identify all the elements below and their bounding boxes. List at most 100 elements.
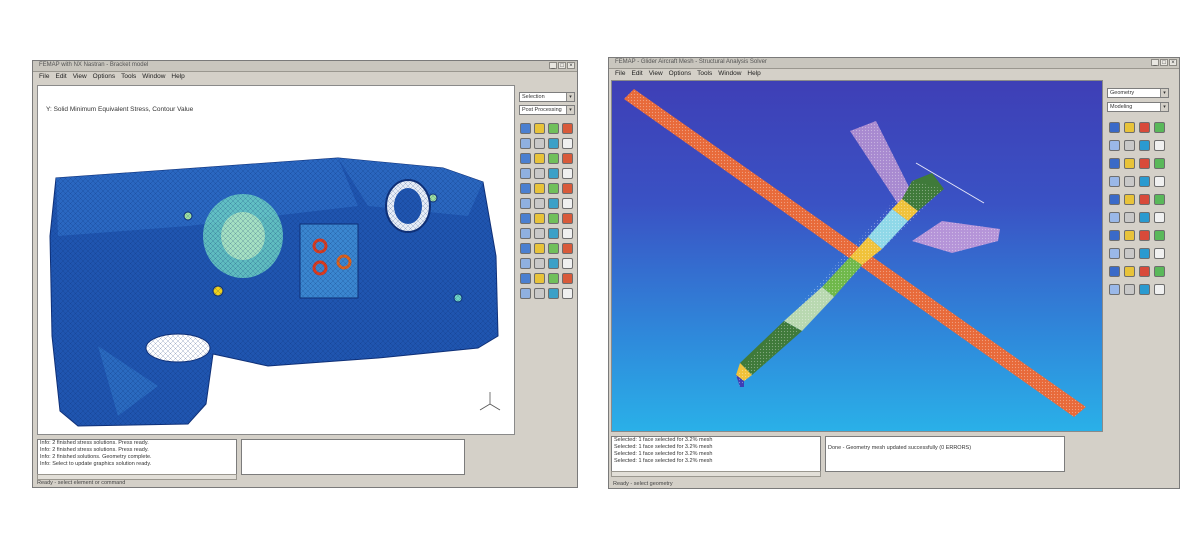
tool-button-icon[interactable] xyxy=(1154,248,1165,259)
right-menu-tools[interactable]: Tools xyxy=(697,69,712,79)
tool-button-icon[interactable] xyxy=(1139,230,1150,241)
right-geometry-combo[interactable]: Geometry ▾ xyxy=(1107,88,1169,98)
tool-button-icon[interactable] xyxy=(1109,158,1120,169)
tool-button-icon[interactable] xyxy=(562,228,573,239)
tool-button-icon[interactable] xyxy=(562,198,573,209)
tool-button-icon[interactable] xyxy=(562,258,573,269)
right-minimize-button[interactable]: _ xyxy=(1151,59,1159,66)
tool-button-icon[interactable] xyxy=(1109,284,1120,295)
tool-button-icon[interactable] xyxy=(1154,194,1165,205)
tool-button-icon[interactable] xyxy=(548,123,559,134)
tool-button-icon[interactable] xyxy=(1154,158,1165,169)
left-selection-combo[interactable]: Selection ▾ xyxy=(519,92,575,102)
left-menu-options[interactable]: Options xyxy=(93,72,115,82)
tool-button-icon[interactable] xyxy=(562,138,573,149)
tool-button-icon[interactable] xyxy=(1124,140,1135,151)
tool-button-icon[interactable] xyxy=(1154,212,1165,223)
tool-button-icon[interactable] xyxy=(1109,140,1120,151)
tool-button-icon[interactable] xyxy=(548,258,559,269)
tool-button-icon[interactable] xyxy=(1124,266,1135,277)
right-menu-window[interactable]: Window xyxy=(718,69,741,79)
tool-button-icon[interactable] xyxy=(534,213,545,224)
tool-button-icon[interactable] xyxy=(548,213,559,224)
tool-button-icon[interactable] xyxy=(534,273,545,284)
left-postprocessing-combo[interactable]: Post Processing ▾ xyxy=(519,105,575,115)
tool-button-icon[interactable] xyxy=(1154,122,1165,133)
tool-button-icon[interactable] xyxy=(520,273,531,284)
left-menu-tools[interactable]: Tools xyxy=(121,72,136,82)
tool-button-icon[interactable] xyxy=(1109,266,1120,277)
tool-button-icon[interactable] xyxy=(548,183,559,194)
right-menu-options[interactable]: Options xyxy=(669,69,691,79)
tool-button-icon[interactable] xyxy=(1154,176,1165,187)
tool-button-icon[interactable] xyxy=(1124,194,1135,205)
tool-button-icon[interactable] xyxy=(534,168,545,179)
tool-button-icon[interactable] xyxy=(1124,284,1135,295)
tool-button-icon[interactable] xyxy=(1109,230,1120,241)
tool-button-icon[interactable] xyxy=(534,288,545,299)
left-menu-view[interactable]: View xyxy=(73,72,87,82)
left-minimize-button[interactable]: _ xyxy=(549,62,557,69)
tool-button-icon[interactable] xyxy=(548,243,559,254)
left-graphics-viewport[interactable]: Y: Solid Minimum Equivalent Stress, Cont… xyxy=(37,85,515,435)
tool-button-icon[interactable] xyxy=(1124,248,1135,259)
tool-button-icon[interactable] xyxy=(534,228,545,239)
tool-button-icon[interactable] xyxy=(1139,284,1150,295)
tool-button-icon[interactable] xyxy=(520,288,531,299)
tool-button-icon[interactable] xyxy=(1109,248,1120,259)
right-close-button[interactable]: × xyxy=(1169,59,1177,66)
tool-button-icon[interactable] xyxy=(520,243,531,254)
tool-button-icon[interactable] xyxy=(562,183,573,194)
tool-button-icon[interactable] xyxy=(548,198,559,209)
tool-button-icon[interactable] xyxy=(562,153,573,164)
tool-button-icon[interactable] xyxy=(562,273,573,284)
left-maximize-button[interactable]: □ xyxy=(558,62,566,69)
tool-button-icon[interactable] xyxy=(534,138,545,149)
left-menu-window[interactable]: Window xyxy=(142,72,165,82)
tool-button-icon[interactable] xyxy=(1139,158,1150,169)
tool-button-icon[interactable] xyxy=(1154,266,1165,277)
tool-button-icon[interactable] xyxy=(548,168,559,179)
tool-button-icon[interactable] xyxy=(1154,230,1165,241)
tool-button-icon[interactable] xyxy=(548,138,559,149)
right-menu-file[interactable]: File xyxy=(615,69,625,79)
tool-button-icon[interactable] xyxy=(520,123,531,134)
right-menu-help[interactable]: Help xyxy=(747,69,760,79)
tool-button-icon[interactable] xyxy=(520,138,531,149)
tool-button-icon[interactable] xyxy=(1124,230,1135,241)
tool-button-icon[interactable] xyxy=(1154,140,1165,151)
right-menu-view[interactable]: View xyxy=(649,69,663,79)
tool-button-icon[interactable] xyxy=(1139,248,1150,259)
tool-button-icon[interactable] xyxy=(548,153,559,164)
tool-button-icon[interactable] xyxy=(1109,176,1120,187)
tool-button-icon[interactable] xyxy=(534,258,545,269)
tool-button-icon[interactable] xyxy=(534,198,545,209)
tool-button-icon[interactable] xyxy=(1124,158,1135,169)
tool-button-icon[interactable] xyxy=(520,228,531,239)
tool-button-icon[interactable] xyxy=(1139,176,1150,187)
tool-button-icon[interactable] xyxy=(520,198,531,209)
tool-button-icon[interactable] xyxy=(534,123,545,134)
tool-button-icon[interactable] xyxy=(562,168,573,179)
tool-button-icon[interactable] xyxy=(548,228,559,239)
tool-button-icon[interactable] xyxy=(520,258,531,269)
tool-button-icon[interactable] xyxy=(1139,140,1150,151)
tool-button-icon[interactable] xyxy=(562,288,573,299)
left-close-button[interactable]: × xyxy=(567,62,575,69)
tool-button-icon[interactable] xyxy=(1124,122,1135,133)
tool-button-icon[interactable] xyxy=(1124,176,1135,187)
tool-button-icon[interactable] xyxy=(1139,212,1150,223)
tool-button-icon[interactable] xyxy=(534,183,545,194)
right-maximize-button[interactable]: □ xyxy=(1160,59,1168,66)
right-menu-edit[interactable]: Edit xyxy=(631,69,642,79)
tool-button-icon[interactable] xyxy=(548,273,559,284)
tool-button-icon[interactable] xyxy=(534,153,545,164)
tool-button-icon[interactable] xyxy=(520,183,531,194)
tool-button-icon[interactable] xyxy=(1139,266,1150,277)
right-graphics-viewport[interactable] xyxy=(611,80,1103,432)
tool-button-icon[interactable] xyxy=(520,213,531,224)
tool-button-icon[interactable] xyxy=(520,153,531,164)
tool-button-icon[interactable] xyxy=(1139,122,1150,133)
tool-button-icon[interactable] xyxy=(1109,122,1120,133)
left-menu-help[interactable]: Help xyxy=(171,72,184,82)
